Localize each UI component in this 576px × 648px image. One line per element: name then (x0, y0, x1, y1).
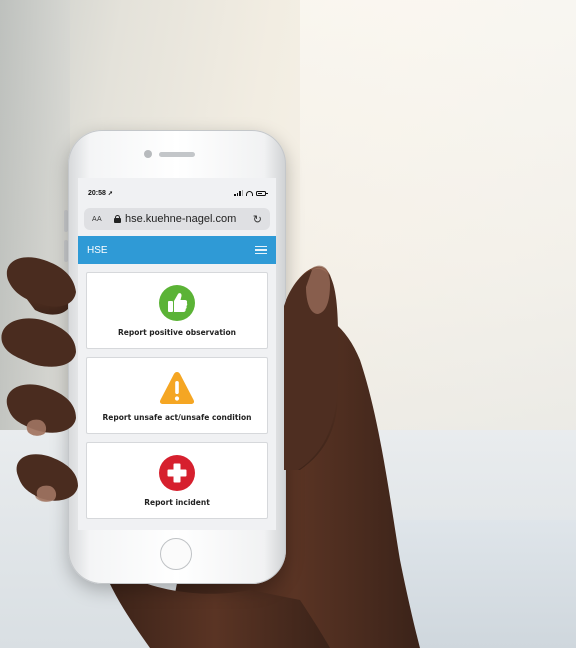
photo-scene: 20:58 ➚ AA hse.kuehne-nagel.com ↻ HSE Re… (0, 0, 576, 648)
hand-fingers-front (1, 257, 339, 502)
